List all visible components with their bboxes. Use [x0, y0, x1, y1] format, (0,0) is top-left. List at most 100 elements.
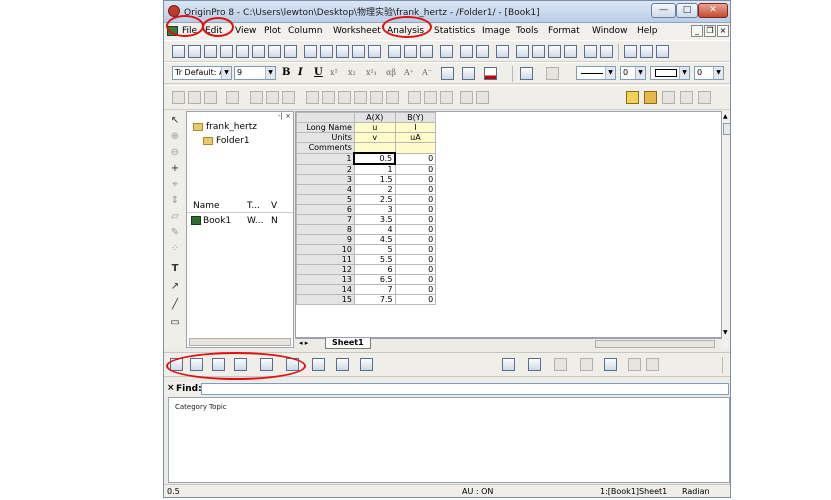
mask-icon[interactable]: ⁘ — [169, 243, 181, 254]
minimize-button[interactable]: — — [651, 3, 676, 18]
row-number[interactable]: 12 — [296, 264, 355, 275]
row-number[interactable]: 2 — [296, 163, 355, 175]
row-number[interactable]: 7 — [296, 214, 355, 225]
cell-a[interactable]: 3.5 — [353, 214, 396, 225]
axis-icon[interactable] — [698, 91, 711, 104]
title-bar[interactable]: OriginPro 8 - C:\Users\lewton\Desktop\物理… — [164, 1, 730, 23]
label-row-header[interactable]: Comments — [296, 142, 355, 154]
menu-window[interactable]: Window — [592, 26, 628, 36]
image-plot-icon[interactable] — [580, 358, 593, 371]
brush-icon[interactable] — [626, 91, 639, 104]
pattern-style-combo[interactable]: ▼ — [650, 66, 690, 80]
menu-image[interactable]: Image — [482, 26, 510, 36]
scroll-up-icon[interactable]: ▲ — [723, 113, 728, 120]
rectangle-tool-icon[interactable]: ▭ — [169, 317, 181, 328]
clipboard-icon[interactable] — [644, 91, 657, 104]
open-template-icon[interactable] — [320, 45, 333, 58]
add-column-icon[interactable] — [584, 45, 597, 58]
maximize-button[interactable]: □ — [676, 3, 698, 18]
screen-reader-icon[interactable]: + — [169, 163, 181, 174]
align-hcenter-icon[interactable] — [386, 91, 399, 104]
units-a[interactable]: v — [353, 132, 396, 143]
whole-page-icon[interactable] — [204, 91, 217, 104]
long-name-b[interactable]: I — [394, 122, 437, 133]
cell-b[interactable]: 0 — [394, 184, 437, 195]
import-wizard-icon[interactable] — [420, 45, 433, 58]
menu-help[interactable]: Help — [637, 26, 658, 36]
pointer-icon[interactable]: ↖ — [169, 115, 181, 126]
layer-arrange-icon[interactable] — [282, 91, 295, 104]
long-name-a[interactable]: u — [353, 122, 396, 133]
rotate-icon[interactable] — [460, 91, 473, 104]
worksheet-horizontal-scrollbar[interactable] — [595, 340, 715, 348]
import-ascii-icon[interactable] — [388, 45, 401, 58]
cell-a[interactable]: 5 — [353, 244, 396, 255]
label-row-header[interactable]: Units — [296, 132, 355, 143]
back-icon[interactable] — [424, 91, 437, 104]
layer-icon[interactable] — [250, 91, 263, 104]
cell-a[interactable]: 4.5 — [353, 234, 396, 245]
cell-b[interactable]: 0 — [394, 163, 437, 175]
polar-plot-icon[interactable] — [336, 358, 349, 371]
subscript-button[interactable]: x₂ — [348, 68, 356, 77]
column-header-b[interactable]: B(Y) — [394, 112, 437, 123]
increase-font-button[interactable]: A⁺ — [404, 68, 414, 77]
scroll-thumb[interactable] — [723, 123, 730, 135]
find-close-icon[interactable]: × — [167, 383, 175, 393]
row-number[interactable]: 1 — [296, 152, 355, 165]
results-header-category[interactable]: Category — [175, 403, 207, 411]
comments-b[interactable] — [394, 142, 437, 154]
group-icon[interactable] — [440, 91, 453, 104]
draw-data-icon[interactable]: ✎ — [169, 227, 181, 238]
pattern-width-combo[interactable]: 0 ▼ — [694, 66, 724, 80]
pattern-icon[interactable] — [462, 67, 475, 80]
data-reader-icon[interactable] — [226, 91, 239, 104]
open-excel-icon[interactable] — [336, 45, 349, 58]
data-reader-tool-icon[interactable]: ⌖ — [169, 179, 181, 190]
3d-surface-icon[interactable] — [502, 358, 515, 371]
line-style-combo[interactable]: ▼ — [576, 66, 616, 80]
cell-a[interactable]: 1.5 — [353, 174, 396, 185]
row-number[interactable]: 14 — [296, 284, 355, 295]
zoom-out-icon[interactable] — [188, 91, 201, 104]
fill-color-icon[interactable] — [520, 67, 533, 80]
pe-pin-close-icon[interactable]: -| × — [278, 112, 291, 120]
new-graph-icon[interactable] — [220, 45, 233, 58]
cell-a[interactable]: 6.5 — [353, 274, 396, 285]
cell-a[interactable]: 7 — [353, 284, 396, 295]
find-input[interactable] — [201, 383, 729, 395]
close-button[interactable]: ✕ — [698, 3, 728, 18]
pe-col-name[interactable]: Name — [193, 201, 220, 211]
row-number[interactable]: 5 — [296, 194, 355, 205]
paste-icon[interactable] — [656, 45, 669, 58]
arrow-tool-icon[interactable]: ↗ — [169, 281, 181, 292]
refresh-icon[interactable] — [460, 45, 473, 58]
cell-b[interactable]: 0 — [394, 264, 437, 275]
bold-button[interactable]: B — [282, 67, 290, 78]
cell-b[interactable]: 0 — [394, 234, 437, 245]
new-excel-icon[interactable] — [204, 45, 217, 58]
cell-a[interactable]: 5.5 — [353, 254, 396, 265]
align-right-icon[interactable] — [322, 91, 335, 104]
row-number[interactable]: 6 — [296, 204, 355, 215]
cell-b[interactable]: 0 — [394, 204, 437, 215]
new-workbook-icon[interactable] — [188, 45, 201, 58]
align-vcenter-icon[interactable] — [370, 91, 383, 104]
duplicate-icon[interactable] — [476, 45, 489, 58]
new-project-icon[interactable] — [172, 45, 185, 58]
mdi-close-button[interactable]: × — [717, 25, 729, 37]
text-tool-icon[interactable]: T — [169, 263, 181, 274]
cell-b[interactable]: 0 — [394, 152, 437, 165]
project-explorer-icon[interactable] — [516, 45, 529, 58]
greek-button[interactable]: αβ — [386, 68, 396, 77]
cell-b[interactable]: 0 — [394, 284, 437, 295]
cell-b[interactable]: 0 — [394, 294, 437, 305]
row-number[interactable]: 3 — [296, 174, 355, 185]
pe-horizontal-scrollbar[interactable] — [189, 338, 291, 346]
zoom-out-tool-icon[interactable]: ⊖ — [169, 147, 181, 158]
cell-b[interactable]: 0 — [394, 194, 437, 205]
pe-col-view[interactable]: V — [271, 201, 277, 211]
font-size-combo[interactable]: 9 ▼ — [234, 66, 276, 80]
mdi-restore-button[interactable]: ❐ — [704, 25, 716, 37]
pe-col-type[interactable]: T... — [247, 201, 260, 211]
